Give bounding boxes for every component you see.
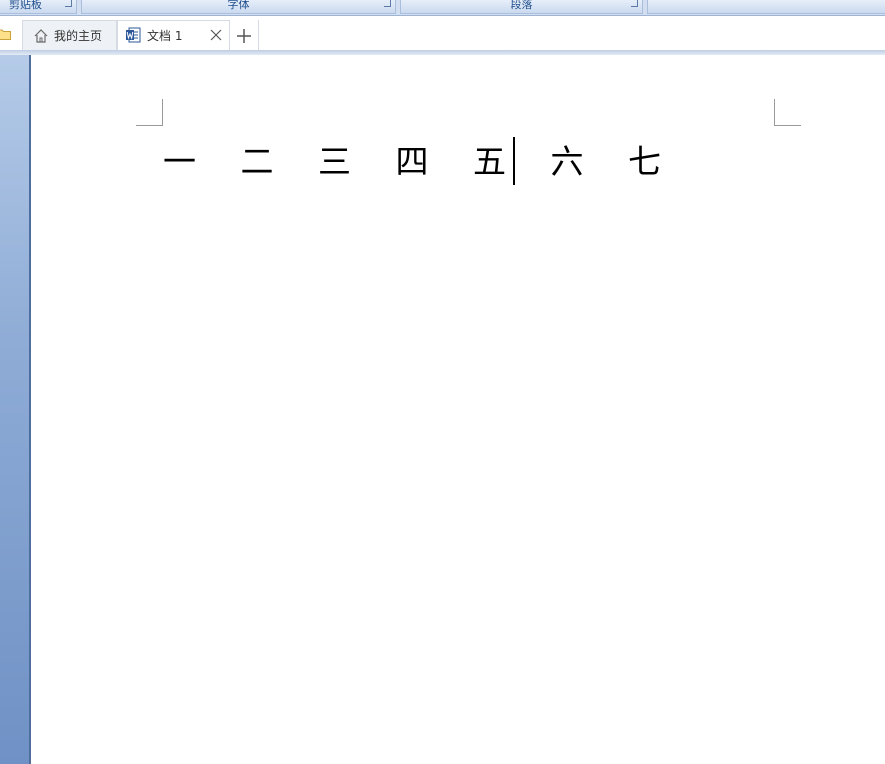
ribbon-group-font: 字体	[81, 0, 396, 14]
tab-label: 我的主页	[54, 29, 103, 43]
close-icon[interactable]	[210, 29, 222, 41]
tab-document-1[interactable]: 文档 1	[117, 20, 230, 52]
ribbon-group-label: 段落	[510, 0, 533, 11]
margin-corner-top-left	[136, 99, 163, 126]
home-icon	[34, 29, 48, 43]
left-side-panel	[0, 55, 29, 764]
ribbon-group-bar: 剪贴板 字体 段落	[0, 0, 885, 16]
document-body-text[interactable]: 一 二 三 四 五 六 七	[163, 140, 678, 184]
ribbon-group-styles	[647, 0, 885, 14]
tab-label: 文档 1	[147, 29, 183, 43]
dialog-launcher-icon[interactable]	[384, 0, 391, 7]
document-tab-bar: 我的主页 文档 1	[0, 16, 885, 52]
ribbon-group-label: 剪贴板	[9, 0, 42, 11]
margin-corner-top-right	[774, 99, 801, 126]
plus-icon	[237, 29, 251, 43]
dialog-launcher-icon[interactable]	[65, 0, 72, 7]
tab-home[interactable]: 我的主页	[22, 20, 117, 52]
text-cursor	[513, 137, 515, 185]
dialog-launcher-icon[interactable]	[631, 0, 638, 7]
new-tab-button[interactable]	[230, 20, 259, 52]
word-doc-icon	[126, 27, 141, 43]
folder-icon[interactable]	[0, 28, 12, 40]
ribbon-group-paragraph: 段落	[400, 0, 643, 14]
ribbon-group-clipboard: 剪贴板	[0, 0, 77, 14]
ribbon-group-label: 字体	[227, 0, 250, 11]
